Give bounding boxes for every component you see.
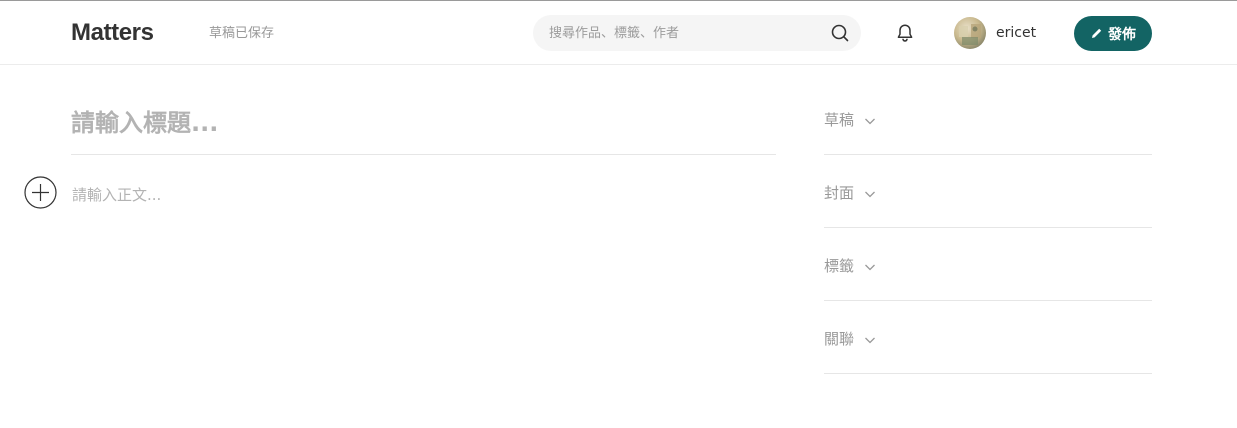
- add-block-icon[interactable]: [24, 176, 57, 209]
- sidebar-item-label: 關聯: [824, 330, 855, 348]
- sidebar-item-label: 標籤: [824, 257, 855, 275]
- body-input[interactable]: 請輸入正文...: [72, 184, 772, 206]
- matters-logo[interactable]: Matters: [71, 19, 154, 47]
- sidebar-item-label: 封面: [824, 184, 855, 202]
- chevron-down-icon: [865, 118, 875, 125]
- title-divider: [71, 154, 776, 155]
- chevron-down-icon: [865, 337, 875, 344]
- sidebar-item-draft[interactable]: 草稿: [824, 82, 1152, 155]
- chevron-down-icon: [865, 191, 875, 198]
- chevron-down-icon: [865, 264, 875, 271]
- search-bar: [533, 15, 861, 51]
- sidebar-item-cover[interactable]: 封面: [824, 155, 1152, 228]
- avatar[interactable]: [954, 17, 986, 49]
- username[interactable]: ericet: [996, 23, 1036, 43]
- search-icon[interactable]: [830, 23, 850, 43]
- sidebar-item-label: 草稿: [824, 111, 855, 129]
- sidebar-item-tags[interactable]: 標籤: [824, 228, 1152, 301]
- sidebar: 草稿 封面 標籤 關聯: [824, 82, 1152, 374]
- search-input[interactable]: [549, 15, 819, 51]
- top-nav: Matters 草稿已保存 ericet 發佈: [0, 1, 1237, 65]
- pencil-icon: [1092, 28, 1102, 38]
- publish-label: 發佈: [1108, 25, 1136, 42]
- bell-icon[interactable]: [894, 22, 916, 44]
- title-input[interactable]: 請輸入標題...: [71, 106, 776, 142]
- publish-button[interactable]: 發佈: [1074, 16, 1152, 51]
- avatar-image-icon: [959, 24, 981, 45]
- sidebar-item-related[interactable]: 關聯: [824, 301, 1152, 374]
- draft-status: 草稿已保存: [209, 26, 275, 41]
